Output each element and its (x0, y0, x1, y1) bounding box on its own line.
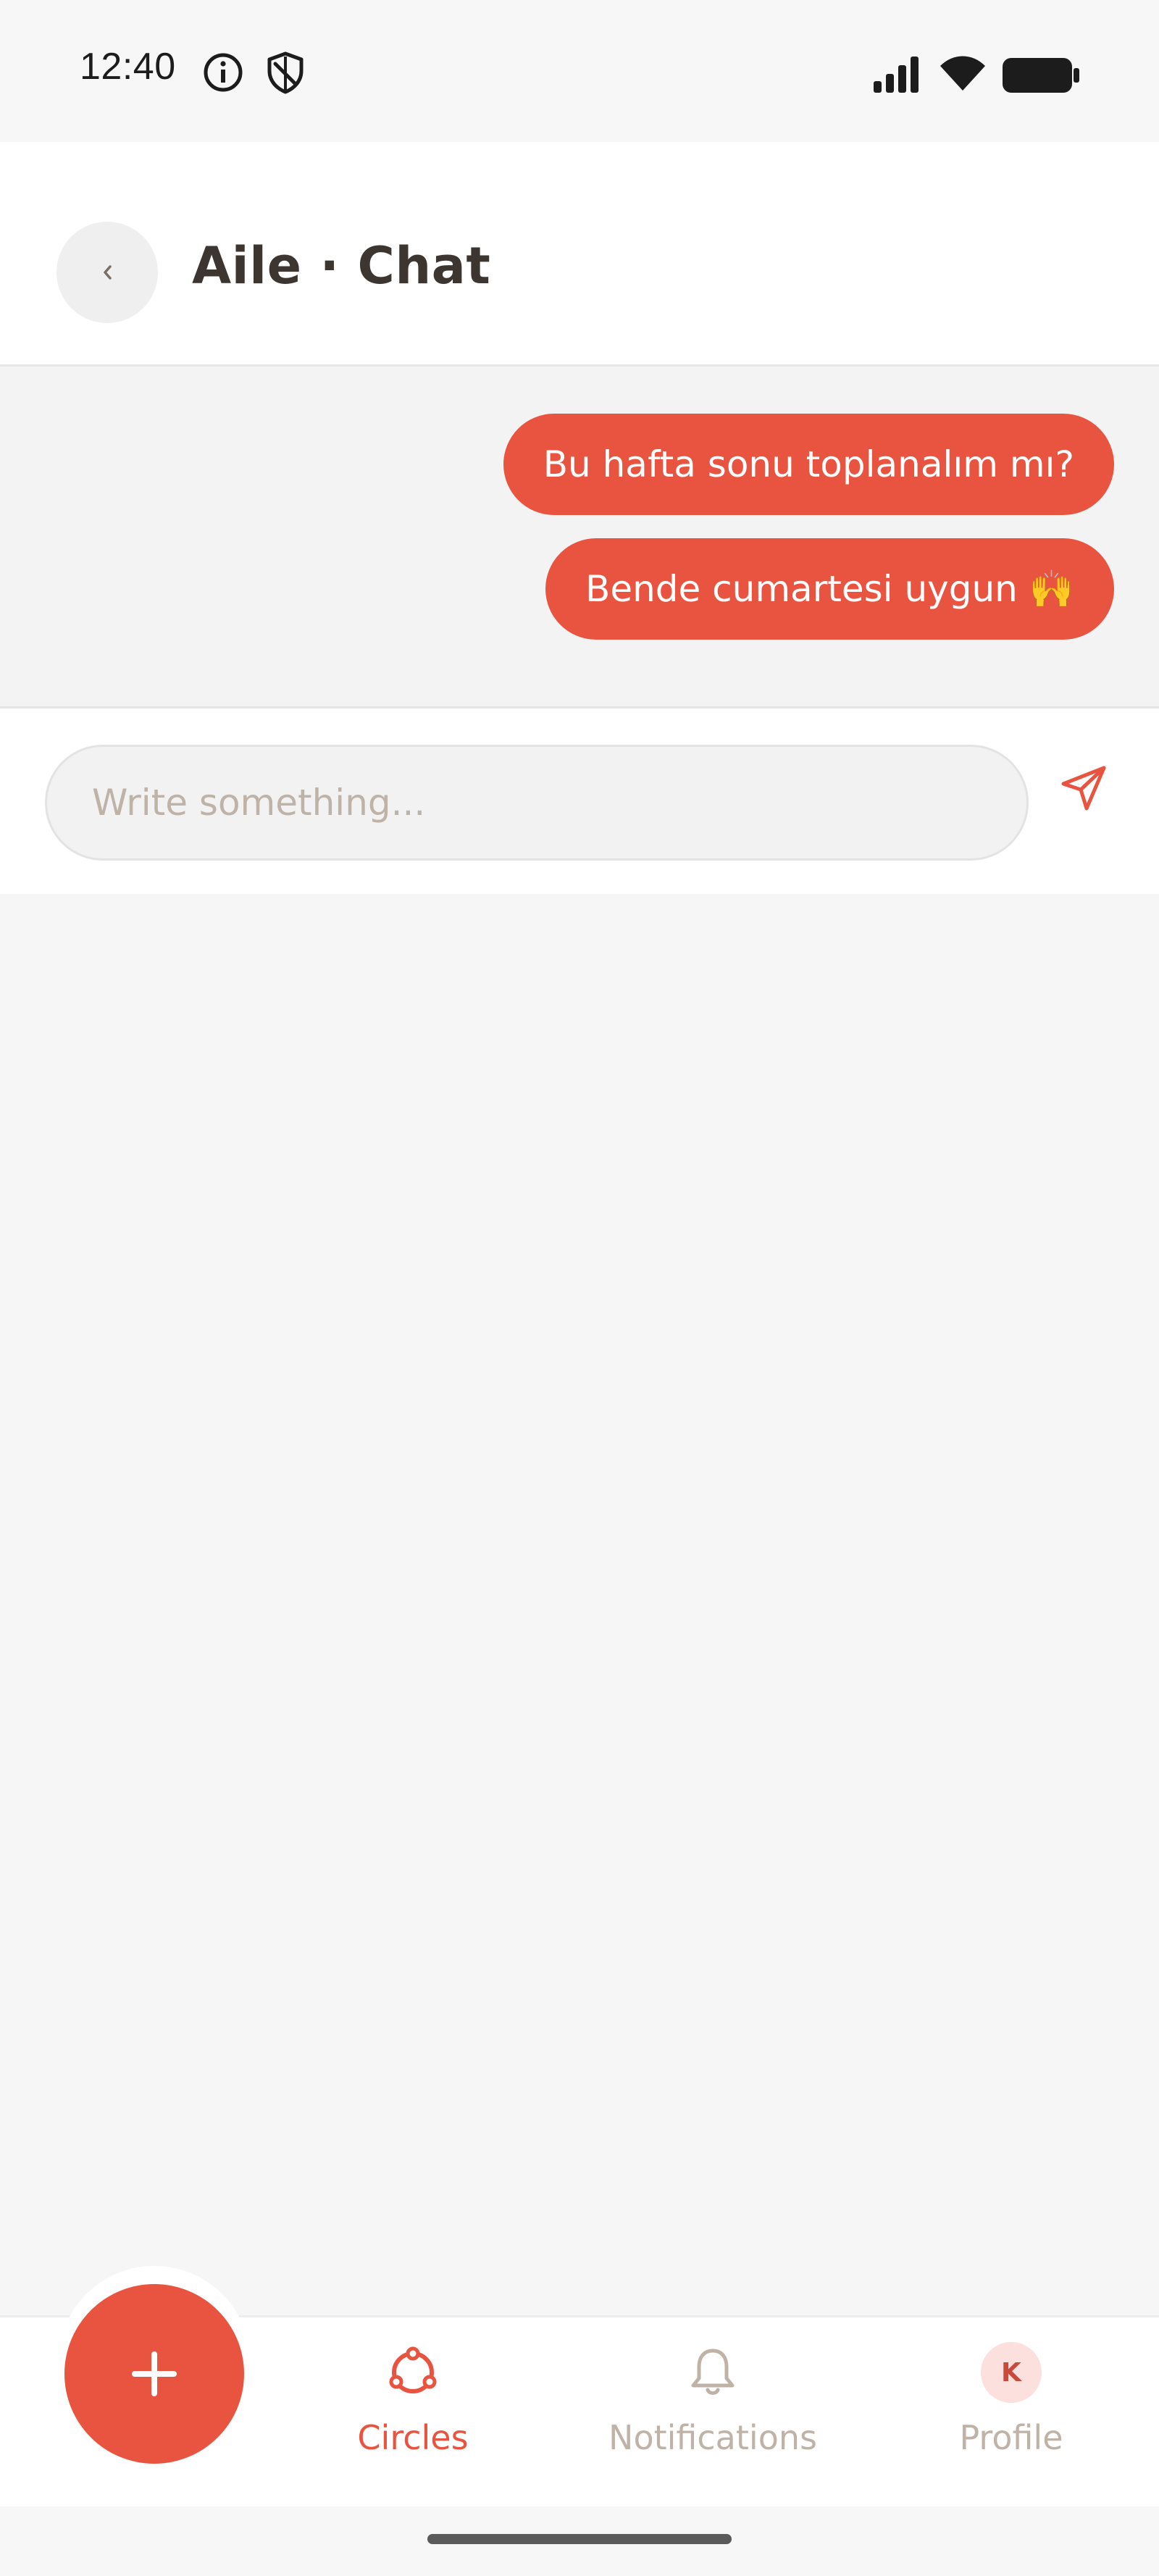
back-button[interactable] (57, 222, 158, 323)
chat-header: Aile · Chat (0, 142, 1159, 367)
nav-label-notifications: Notifications (608, 2418, 817, 2457)
send-button[interactable] (1047, 752, 1120, 824)
message-composer (0, 708, 1159, 894)
signal-icon (874, 57, 919, 93)
status-time: 12:40 (80, 46, 176, 88)
avatar: K (981, 2342, 1042, 2403)
home-indicator[interactable] (427, 2534, 732, 2544)
info-icon (204, 53, 243, 92)
message-input[interactable] (45, 745, 1029, 861)
message-bubble-outgoing: Bende cumartesi uygun 🙌 (545, 538, 1114, 640)
circles-icon (389, 2346, 437, 2393)
nav-label-profile: Profile (959, 2418, 1063, 2457)
message-list: Bu hafta sonu toplanalım mı? Bende cumar… (0, 367, 1159, 708)
nav-item-notifications[interactable]: Notifications (590, 2340, 836, 2485)
battery-icon (1003, 58, 1079, 93)
page-title: Aile · Chat (192, 236, 491, 296)
nav-label-circles: Circles (357, 2418, 469, 2457)
bell-icon (691, 2349, 735, 2395)
shield-icon (267, 51, 304, 94)
send-icon (1061, 766, 1106, 811)
nav-item-profile[interactable]: K Profile (888, 2340, 1134, 2485)
plus-icon (132, 2351, 177, 2396)
nav-item-circles[interactable]: Circles (290, 2340, 536, 2485)
add-button[interactable] (64, 2284, 244, 2464)
chevron-left-icon (104, 265, 112, 280)
message-bubble-outgoing: Bu hafta sonu toplanalım mı? (503, 414, 1114, 515)
wifi-icon (940, 56, 985, 91)
